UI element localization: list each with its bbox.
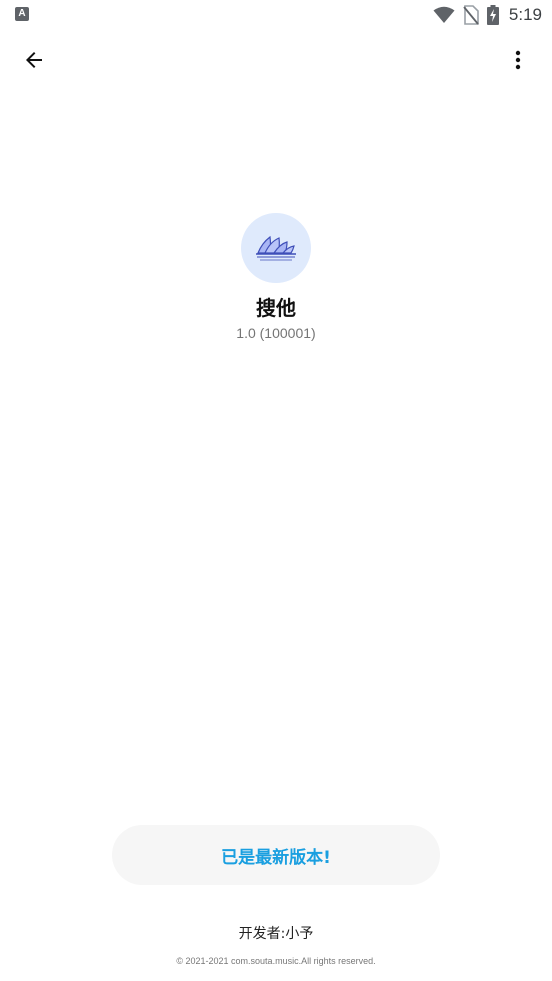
- app-version: 1.0 (100001): [236, 325, 316, 341]
- check-update-button[interactable]: 已是最新版本!: [112, 825, 440, 885]
- back-button[interactable]: [14, 40, 54, 80]
- wifi-icon: [433, 6, 455, 24]
- battery-charging-icon: [486, 5, 499, 25]
- about-screen: A 5:19 搜他 1.0 (100001) 已是最新版本! 开发者:小予 © …: [0, 0, 552, 981]
- more-vert-icon: [515, 50, 521, 70]
- arrow-back-icon: [26, 52, 42, 68]
- check-update-label: 已是最新版本!: [221, 847, 331, 868]
- app-name: 搜他: [256, 296, 296, 320]
- copyright-notice: © 2021-2021 com.souta.music.All rights r…: [176, 956, 376, 966]
- opera-house-icon: [256, 235, 296, 261]
- developer-credit: 开发者:小予: [238, 926, 314, 942]
- notification-app-icon: A: [15, 7, 29, 21]
- status-time: 5:19: [508, 5, 542, 24]
- status-icons: 5:19: [433, 4, 542, 26]
- status-bar: A 5:19: [0, 0, 552, 30]
- overflow-menu-button[interactable]: [498, 40, 538, 80]
- no-sim-icon: [463, 5, 479, 25]
- app-logo: [241, 213, 311, 283]
